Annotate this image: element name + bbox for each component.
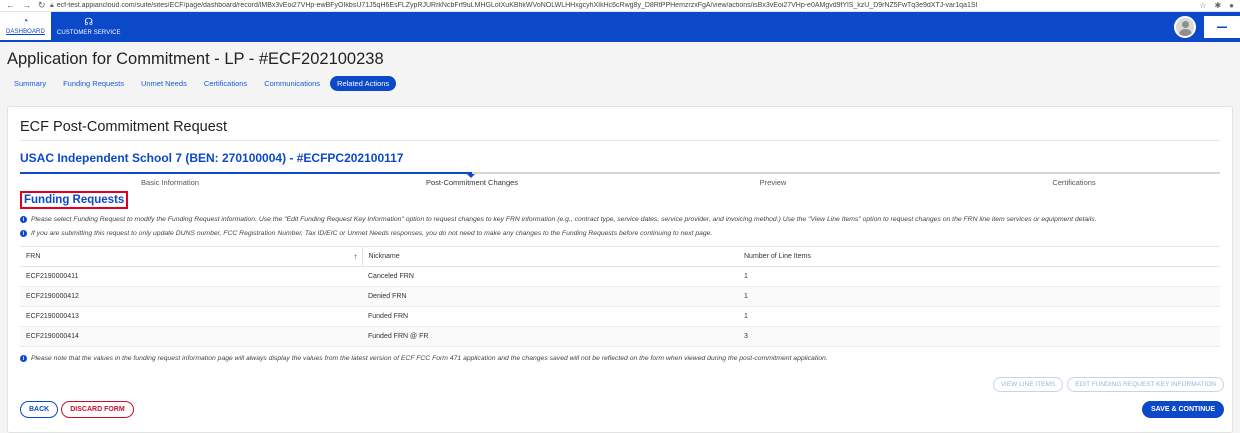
column-header-frn[interactable]: FRN ↑ [20, 246, 362, 267]
table-row[interactable]: ECF2190000411 Canceled FRN 1 [20, 266, 1220, 287]
page-header: Application for Commitment - LP - #ECF20… [0, 42, 1240, 91]
section-title: Funding Requests [20, 191, 129, 209]
column-header-label: FRN [26, 253, 41, 260]
note-text: Please note that the values in the fundi… [31, 355, 828, 362]
cell-frn: ECF2190000414 [20, 326, 362, 347]
forward-arrow-icon[interactable]: → [22, 0, 31, 11]
dashboard-gauge-icon: ◔ [22, 16, 29, 27]
lock-icon: 🔒︎ [50, 1, 54, 9]
column-header-nickname[interactable]: Nickname [361, 246, 738, 267]
cell-frn: ECF2190000413 [20, 306, 362, 327]
app-header: ◔ DASHBOARD ☊ CUSTOMER SERVICE ▬▬ [0, 12, 1240, 42]
row-actions: VIEW LINE ITEMS EDIT FUNDING REQUEST KEY… [992, 377, 1224, 392]
school-heading: USAC Independent School 7 (BEN: 27010000… [20, 151, 404, 165]
step-basic-information: Basic Information [141, 178, 199, 187]
cell-nickname: Denied FRN [362, 286, 738, 307]
stepper-progress [20, 172, 472, 174]
back-button[interactable]: BACK [20, 401, 59, 418]
info-text: Please select Funding Request to modify … [31, 216, 1097, 223]
info-icon: i [20, 216, 27, 223]
cell-nickname: Funded FRN [362, 306, 738, 327]
sort-ascending-icon[interactable]: ↑ [354, 252, 358, 261]
table-header-row: FRN ↑ Nickname Number of Line Items [20, 246, 1220, 267]
avatar[interactable] [1174, 16, 1196, 38]
step-certifications: Certifications [1052, 178, 1096, 187]
progress-stepper: Basic Information Post-Commitment Change… [20, 172, 1220, 190]
page-title: Application for Commitment - LP - #ECF20… [7, 50, 384, 68]
cell-nickname: Funded FRN @ FR [362, 326, 738, 347]
info-icon: i [20, 355, 27, 362]
cell-frn: ECF2190000411 [20, 266, 362, 287]
cell-line-items: 1 [738, 306, 1220, 327]
nav-tab-label: CUSTOMER SERVICE [56, 30, 121, 36]
table-row[interactable]: ECF2190000412 Denied FRN 1 [20, 286, 1220, 307]
note-message: i Please note that the values in the fun… [20, 355, 1220, 362]
header-right: ▬▬ [1174, 12, 1240, 42]
cell-frn: ECF2190000412 [20, 286, 362, 307]
browser-actions: ☆ ✱ ● [1199, 1, 1234, 10]
step-post-commitment-changes: Post-Commitment Changes [425, 178, 519, 187]
headset-icon: ☊ [84, 17, 94, 28]
info-icon: i [20, 230, 27, 237]
cell-line-items: 1 [738, 286, 1220, 307]
back-arrow-icon[interactable]: ← [6, 0, 15, 11]
info-text: If you are submitting this request to on… [31, 230, 713, 237]
nav-tab-customer-service[interactable]: ☊ CUSTOMER SERVICE [51, 12, 127, 42]
extensions-icon[interactable]: ✱ [1214, 1, 1221, 10]
cell-nickname: Canceled FRN [362, 266, 738, 287]
tab-related-actions[interactable]: Related Actions [330, 76, 397, 91]
tab-communications[interactable]: Communications [257, 76, 327, 91]
table-row[interactable]: ECF2190000414 Funded FRN @ FR 3 [20, 326, 1220, 347]
info-message: i If you are submitting this request to … [20, 230, 1220, 237]
column-header-line-items[interactable]: Number of Line Items [738, 246, 1220, 267]
tab-certifications[interactable]: Certifications [197, 76, 254, 91]
form-card: ECF Post-Commitment Request USAC Indepen… [7, 106, 1233, 433]
edit-key-information-button[interactable]: EDIT FUNDING REQUEST KEY INFORMATION [1067, 377, 1224, 392]
usac-logo: ▬▬ [1204, 16, 1240, 38]
cell-line-items: 3 [738, 326, 1220, 347]
nav-tab-label: DASHBOARD [6, 29, 45, 35]
tab-unmet-needs[interactable]: Unmet Needs [134, 76, 194, 91]
step-preview: Preview [759, 178, 787, 187]
nav-tab-dashboard[interactable]: ◔ DASHBOARD [0, 12, 51, 42]
browser-toolbar: ← → ↻ 🔒︎ ecf-test.appiancloud.com/suite/… [0, 0, 1240, 12]
address-bar[interactable]: 🔒︎ ecf-test.appiancloud.com/suite/sites/… [50, 2, 1191, 10]
cell-line-items: 1 [738, 266, 1220, 287]
info-message: i Please select Funding Request to modif… [20, 216, 1220, 223]
form-title: ECF Post-Commitment Request [20, 107, 1220, 141]
browser-nav: ← → ↻ [6, 0, 50, 11]
star-icon[interactable]: ☆ [1199, 1, 1206, 10]
record-tabs: Summary Funding Requests Unmet Needs Cer… [7, 76, 1233, 91]
funding-requests-table: FRN ↑ Nickname Number of Line Items ECF2… [20, 246, 1220, 347]
tab-summary[interactable]: Summary [7, 76, 53, 91]
profile-icon[interactable]: ● [1229, 1, 1234, 10]
form-actions: BACK DISCARD FORM SAVE & CONTINUE [20, 401, 1224, 418]
save-continue-button[interactable]: SAVE & CONTINUE [1141, 401, 1224, 418]
table-row[interactable]: ECF2190000413 Funded FRN 1 [20, 306, 1220, 327]
discard-form-button[interactable]: DISCARD FORM [61, 401, 134, 418]
view-line-items-button[interactable]: VIEW LINE ITEMS [992, 377, 1064, 392]
url-text: ecf-test.appiancloud.com/suite/sites/ECF… [56, 2, 978, 9]
reload-icon[interactable]: ↻ [38, 0, 46, 11]
tab-funding-requests[interactable]: Funding Requests [56, 76, 131, 91]
